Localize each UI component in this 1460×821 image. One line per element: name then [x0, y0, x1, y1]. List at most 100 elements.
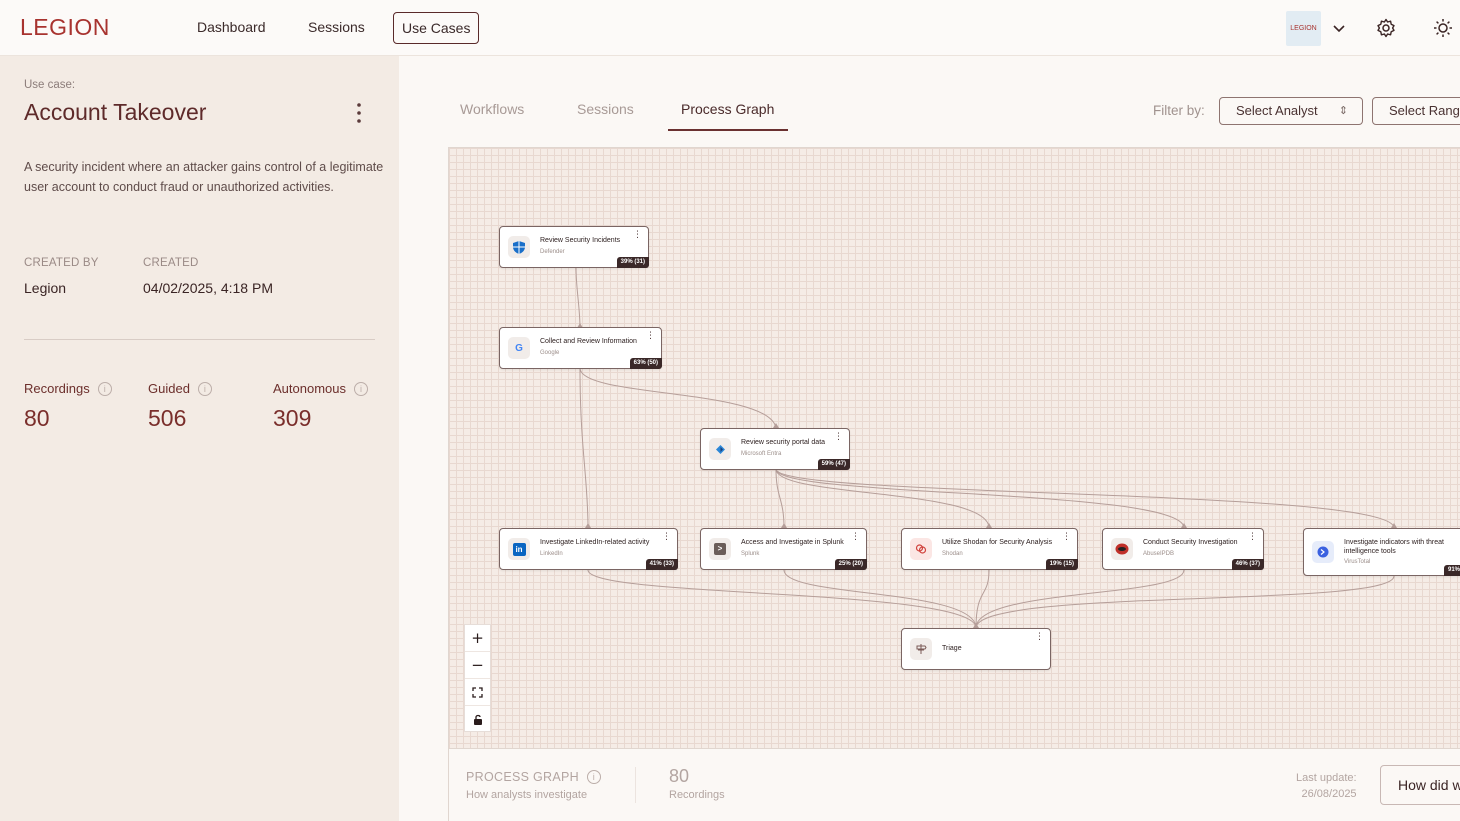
footer-title: PROCESS GRAPH i	[466, 770, 601, 784]
footer-divider	[635, 767, 636, 803]
chevron-down-icon[interactable]	[1328, 17, 1350, 39]
node-badge: 46% (37)	[1231, 559, 1264, 570]
footer-recordings-value: 80	[669, 766, 690, 786]
lock-icon[interactable]	[465, 706, 490, 733]
node-collect-review-information[interactable]: G Collect and Review Information Google …	[499, 327, 662, 369]
node-title: Review Security Incidents	[540, 237, 621, 244]
created-label: CREATED	[143, 257, 199, 269]
edge-google-linkedin	[579, 367, 589, 529]
stat-guided-text: Guided	[148, 381, 190, 396]
stat-guided-value: 506	[148, 405, 187, 431]
active-tab-indicator	[668, 129, 788, 131]
more-options-icon[interactable]	[350, 102, 368, 124]
node-badge: 25% (20)	[834, 559, 867, 570]
edge-abuseipdb-triage	[975, 569, 1185, 629]
defender-shield-icon	[508, 236, 530, 258]
edge-splunk-triage	[783, 569, 977, 629]
node-menu-icon[interactable]: ⋮	[834, 433, 843, 442]
edge-virustotal-triage	[975, 575, 1395, 629]
edge-defender-google	[575, 267, 581, 329]
edge-google-entra	[579, 367, 777, 429]
divider	[24, 339, 375, 340]
process-graph-canvas[interactable]: Review Security Incidents Defender ⋮ 39%…	[448, 147, 1460, 749]
node-subtitle: VirusTotal	[1344, 559, 1371, 565]
node-conduct-security-investigation[interactable]: Conduct Security Investigation AbuseIPDB…	[1102, 528, 1264, 570]
node-review-security-portal-data[interactable]: Review security portal data Microsoft En…	[700, 428, 850, 470]
node-review-security-incidents[interactable]: Review Security Incidents Defender ⋮ 39%…	[499, 226, 649, 268]
stat-recordings-label: Recordings i	[24, 381, 112, 396]
last-update: Last update: 26/08/2025	[1296, 770, 1357, 802]
nav-dashboard[interactable]: Dashboard	[197, 19, 266, 35]
nav-sessions[interactable]: Sessions	[308, 19, 365, 35]
node-menu-icon[interactable]: ⋮	[1062, 533, 1071, 542]
top-navigation: LEGION Dashboard Sessions Use Cases LEGI…	[0, 0, 1460, 56]
node-badge: 91%	[1443, 565, 1460, 576]
zoom-in-icon[interactable]: +	[465, 625, 490, 652]
node-subtitle: Shodan	[942, 551, 963, 557]
node-menu-icon[interactable]: ⋮	[1035, 633, 1044, 642]
info-icon[interactable]: i	[97, 381, 112, 396]
tab-sessions[interactable]: Sessions	[577, 101, 634, 117]
stat-guided-label: Guided i	[148, 381, 212, 396]
nav-use-cases[interactable]: Use Cases	[393, 12, 480, 44]
node-badge: 39% (31)	[616, 257, 649, 268]
select-analyst-label: Select Analyst	[1236, 103, 1318, 118]
select-range-dropdown[interactable]: Select Range	[1372, 97, 1460, 125]
graph-footer: PROCESS GRAPH i How analysts investigate…	[448, 749, 1460, 821]
stat-autonomous-text: Autonomous	[273, 381, 346, 396]
footer-recordings-label: Recordings	[669, 789, 725, 801]
info-icon[interactable]: i	[197, 381, 212, 396]
node-subtitle: Google	[540, 350, 560, 356]
node-investigate-linkedin[interactable]: in Investigate LinkedIn-related activity…	[499, 528, 678, 570]
node-subtitle: LinkedIn	[540, 551, 563, 557]
zoom-out-icon[interactable]: −	[465, 652, 490, 679]
created-value: 04/02/2025, 4:18 PM	[143, 280, 273, 296]
node-badge: 19% (15)	[1045, 559, 1078, 570]
node-subtitle: Defender	[540, 249, 565, 255]
sort-arrows-icon: ⇕	[1338, 105, 1348, 117]
select-analyst-dropdown[interactable]: Select Analyst ⇕	[1219, 97, 1363, 125]
stat-recordings-value: 80	[24, 405, 50, 431]
google-icon: G	[508, 337, 530, 359]
zoom-controls: + −	[464, 624, 491, 732]
abuseipdb-icon	[1111, 538, 1133, 560]
node-title: Conduct Security Investigation	[1143, 539, 1238, 546]
virustotal-icon	[1312, 541, 1334, 563]
last-update-value: 26/08/2025	[1301, 788, 1357, 800]
org-logo[interactable]: LEGION	[1286, 11, 1321, 46]
how-did-button[interactable]: How did w	[1380, 765, 1460, 805]
node-menu-icon[interactable]: ⋮	[646, 332, 655, 341]
node-title: Triage	[942, 645, 962, 652]
shodan-icon	[910, 538, 932, 560]
node-menu-icon[interactable]: ⋮	[851, 533, 860, 542]
tab-workflows[interactable]: Workflows	[460, 101, 524, 117]
footer-title-text: PROCESS GRAPH	[466, 770, 579, 784]
node-triage[interactable]: Triage ⋮	[901, 628, 1051, 670]
node-subtitle: AbuseIPDB	[1143, 551, 1175, 557]
stat-autonomous-value: 309	[273, 405, 312, 431]
fit-view-icon[interactable]	[465, 679, 490, 706]
edge-shodan-triage	[975, 569, 990, 629]
tab-process-graph[interactable]: Process Graph	[681, 101, 774, 117]
gear-icon[interactable]	[1375, 17, 1397, 39]
sun-icon[interactable]	[1432, 17, 1454, 39]
node-utilize-shodan[interactable]: Utilize Shodan for Security Analysis Sho…	[901, 528, 1078, 570]
node-access-splunk[interactable]: > Access and Investigate in Splunk Splun…	[700, 528, 867, 570]
legion-logo[interactable]: LEGION	[20, 14, 110, 41]
triage-icon	[910, 638, 932, 660]
node-menu-icon[interactable]: ⋮	[633, 231, 642, 240]
node-menu-icon[interactable]: ⋮	[662, 533, 671, 542]
info-icon[interactable]: i	[354, 381, 368, 396]
edge-entra-splunk	[775, 468, 785, 529]
node-investigate-threat-intel[interactable]: Investigate indicators with threat intel…	[1303, 528, 1460, 576]
edge-entra-virustotal	[775, 468, 1395, 529]
footer-subtitle: How analysts investigate	[466, 789, 588, 801]
node-title: Review security portal data	[741, 439, 826, 446]
node-subtitle: Splunk	[741, 551, 760, 557]
node-badge: 63% (50)	[629, 358, 662, 369]
node-menu-icon[interactable]: ⋮	[1248, 533, 1257, 542]
splunk-icon: >	[709, 538, 731, 560]
node-subtitle: Microsoft Entra	[741, 451, 782, 457]
info-icon[interactable]: i	[586, 770, 601, 784]
use-case-title: Account Takeover	[24, 99, 207, 125]
